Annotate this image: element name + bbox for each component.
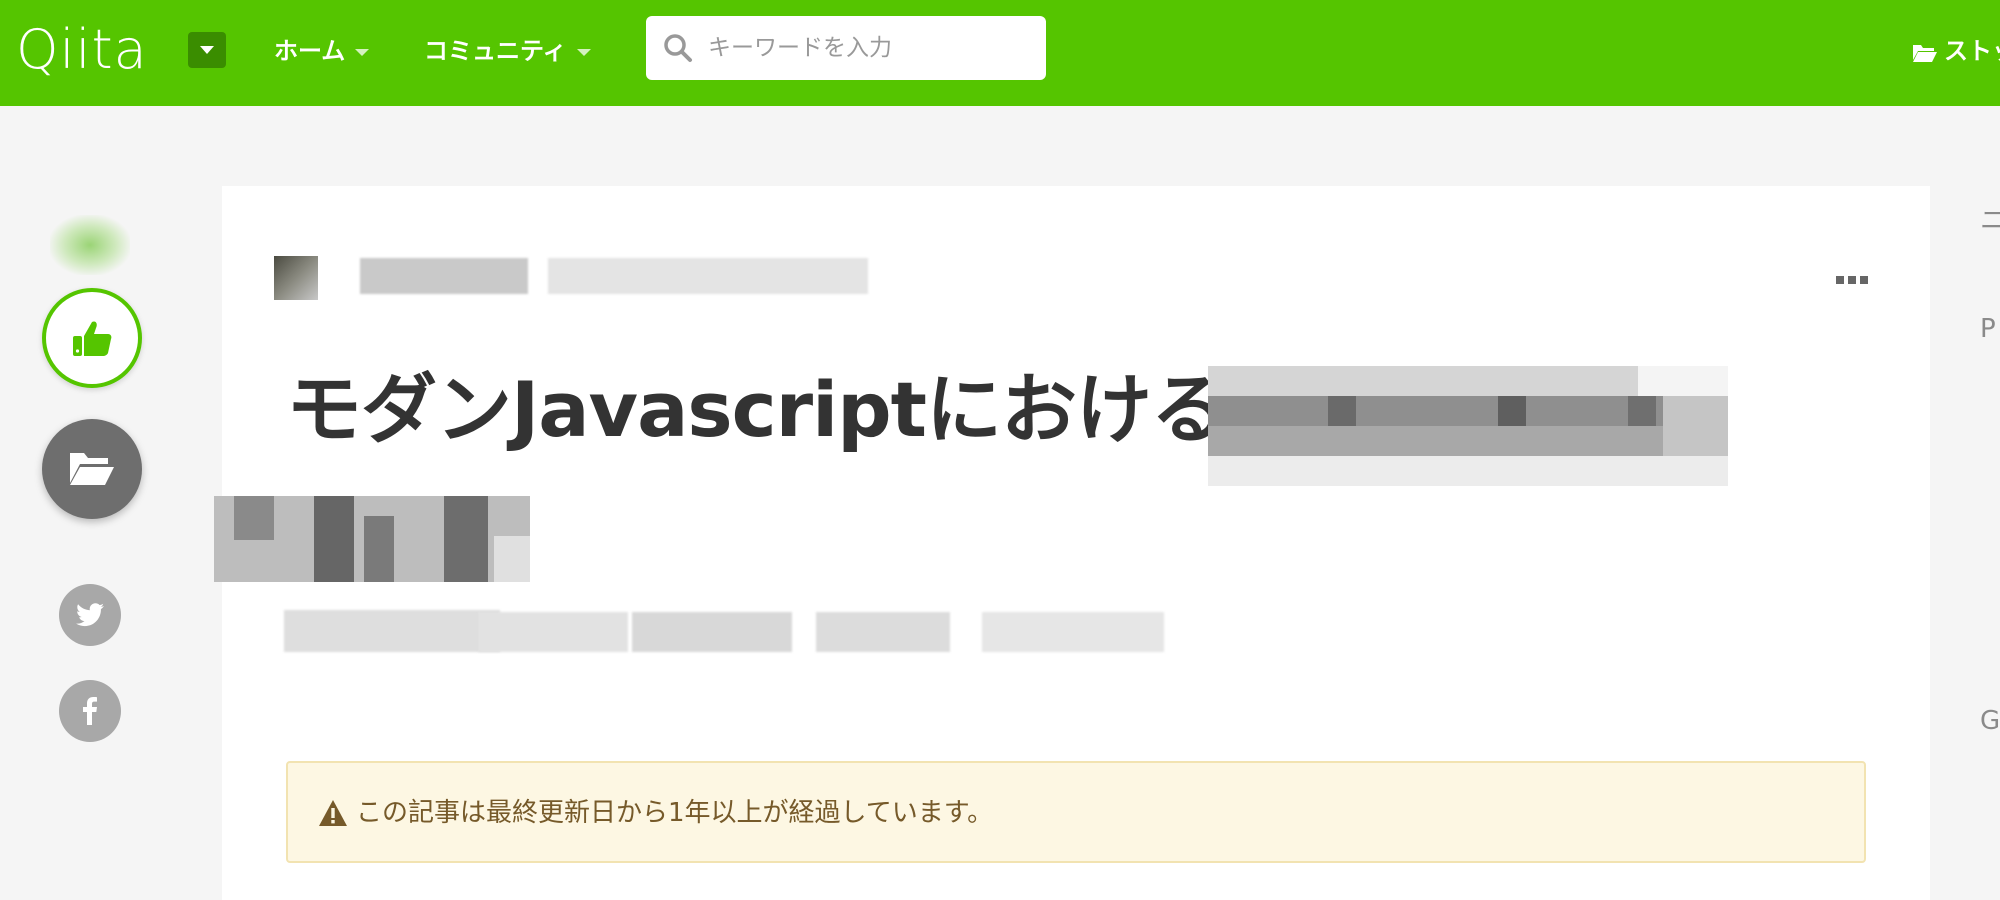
tag-blurred[interactable] [632,612,792,652]
title-redacted-mosaic [1208,366,1728,486]
article-title: モダンJavascriptにおける [286,365,1227,454]
author-avatar-blurred[interactable] [274,256,318,300]
title-redacted-mosaic-line2 [214,496,530,582]
tag-blurred[interactable] [816,612,950,652]
chevron-down-icon [576,48,591,56]
outdated-notice-text: この記事は最終更新日から1年以上が経過しています。 [356,798,994,828]
stock-button[interactable] [42,419,142,519]
global-header: Qiita ホーム コミュニティ ストック [0,0,2000,106]
qiita-logo[interactable]: Qiita [16,18,148,82]
search-icon [664,34,692,62]
twitter-share-button[interactable] [59,584,121,646]
folder-open-icon [70,453,114,485]
like-button[interactable] [42,288,142,388]
author-name-blurred[interactable] [360,258,528,294]
chevron-down-icon [355,48,370,56]
right-sidebar-fragment: G [1980,706,2000,736]
tag-blurred[interactable] [478,612,628,652]
facebook-share-button[interactable] [59,680,121,742]
more-horizontal-icon[interactable] [1836,274,1868,286]
service-menu-button[interactable] [188,32,226,68]
nav-home-label: ホーム [274,37,346,65]
thumbs-up-icon [73,321,112,356]
like-count-blurred [50,215,130,275]
outdated-notice: この記事は最終更新日から1年以上が経過しています。 [286,761,1866,863]
right-sidebar-fragment: ニ [1980,206,2000,236]
right-sidebar-fragment: P [1980,314,1996,344]
nav-community[interactable]: コミュニティ [424,34,591,68]
article-card: モダンJavascriptにおける この記事は最終更新日から1年以上が経過してい… [214,186,1930,900]
nav-community-label: コミュニティ [424,37,567,65]
tag-blurred[interactable] [284,610,500,652]
post-date-blurred [548,258,868,294]
search-input[interactable] [708,16,1028,80]
folder-open-icon [1913,45,1937,62]
chevron-down-icon [200,46,214,54]
stock-list-link[interactable]: ストック [1912,34,2000,68]
twitter-icon [76,603,104,627]
tag-blurred[interactable] [982,612,1164,652]
stock-link-label: ストック [1944,37,2000,65]
search-box [646,16,1046,80]
warning-icon [319,800,347,826]
facebook-icon [83,697,97,725]
nav-home[interactable]: ホーム [274,34,370,68]
